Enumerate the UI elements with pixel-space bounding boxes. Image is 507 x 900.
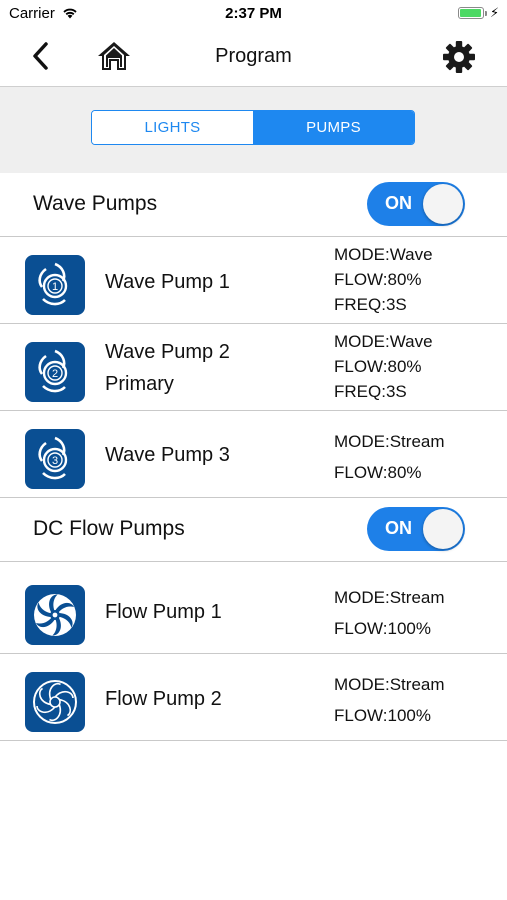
wave-pump-icon: 2 — [25, 342, 85, 402]
battery-tip — [485, 11, 487, 16]
settings-button[interactable] — [441, 39, 477, 75]
flow-pump-icon — [25, 672, 85, 732]
pump-mode: MODE:Wave — [334, 245, 433, 264]
pump-info: MODE:Stream FLOW:80% — [334, 426, 445, 488]
wave-pump-icon: 3 — [25, 429, 85, 489]
toggle-knob — [423, 184, 463, 224]
charging-icon: ⚡ — [490, 5, 500, 20]
wave-pump-row-2[interactable]: 2 Wave Pump 2 Primary MODE:Wave FLOW:80%… — [0, 324, 507, 411]
pump-mode: MODE:Stream — [334, 432, 445, 451]
flow-pumps-toggle[interactable]: ON — [367, 507, 465, 551]
pump-name: Wave Pump 3 — [105, 444, 230, 466]
wave-pump-icon: 1 — [25, 255, 85, 315]
pump-flow: FLOW:100% — [334, 706, 432, 725]
toggle-knob — [423, 509, 463, 549]
tab-bar-container: LIGHTS PUMPS — [0, 87, 507, 173]
pump-info: MODE:Stream FLOW:100% — [334, 582, 445, 644]
clock: 2:37 PM — [225, 5, 282, 22]
pump-info: MODE:Wave FLOW:80% FREQ:3S — [334, 242, 433, 317]
pump-name: Wave Pump 2 — [105, 341, 230, 363]
tab-pumps[interactable]: PUMPS — [253, 111, 414, 144]
home-icon — [98, 42, 130, 70]
pump-mode: MODE:Stream — [334, 588, 445, 607]
pump-flow: FLOW:80% — [334, 357, 422, 376]
pump-info: MODE:Wave FLOW:80% FREQ:3S — [334, 329, 433, 404]
pump-flow: FLOW:100% — [334, 619, 432, 638]
toggle-state-label: ON — [385, 193, 412, 213]
pump-number-badge: 1 — [52, 281, 58, 293]
wave-pumps-title: Wave Pumps — [33, 192, 158, 215]
pump-name: Wave Pump 1 — [105, 271, 230, 293]
home-button[interactable] — [96, 38, 132, 74]
pump-freq: FREQ:3S — [334, 295, 407, 314]
flow-pumps-section-header: DC Flow Pumps ON — [0, 498, 507, 562]
pump-number-badge: 3 — [52, 455, 58, 467]
wave-pumps-toggle[interactable]: ON — [367, 182, 465, 226]
pump-number-badge: 2 — [52, 368, 58, 380]
flow-pump-row-1[interactable]: Flow Pump 1 MODE:Stream FLOW:100% — [0, 567, 507, 654]
gear-icon — [443, 41, 475, 73]
pump-name: Flow Pump 2 — [105, 688, 222, 710]
pump-info: MODE:Stream FLOW:100% — [334, 669, 445, 731]
back-button[interactable] — [26, 38, 58, 74]
pump-freq: FREQ:3S — [334, 382, 407, 401]
pump-mode: MODE:Wave — [334, 332, 433, 351]
battery-icon — [458, 7, 484, 19]
status-bar: Carrier 2:37 PM ⚡ — [0, 0, 507, 28]
pump-role: Primary — [105, 373, 174, 395]
wave-pumps-section-header: Wave Pumps ON — [0, 173, 507, 237]
pump-flow: FLOW:80% — [334, 270, 422, 289]
tab-lights[interactable]: LIGHTS — [92, 111, 253, 144]
pump-name: Flow Pump 1 — [105, 601, 222, 623]
toggle-state-label: ON — [385, 518, 412, 538]
segmented-control: LIGHTS PUMPS — [91, 110, 415, 145]
flow-pumps-title: DC Flow Pumps — [33, 517, 185, 540]
pump-mode: MODE:Stream — [334, 675, 445, 694]
wave-pump-row-1[interactable]: 1 Wave Pump 1 MODE:Wave FLOW:80% FREQ:3S — [0, 237, 507, 324]
chevron-left-icon — [33, 42, 48, 70]
navigation-bar: Program — [0, 28, 507, 87]
flow-pump-icon — [25, 585, 85, 645]
pump-flow: FLOW:80% — [334, 463, 422, 482]
wave-pump-row-3[interactable]: 3 Wave Pump 3 MODE:Stream FLOW:80% — [0, 411, 507, 498]
page-title: Program — [215, 45, 292, 67]
flow-pump-row-2[interactable]: Flow Pump 2 MODE:Stream FLOW:100% — [0, 654, 507, 741]
